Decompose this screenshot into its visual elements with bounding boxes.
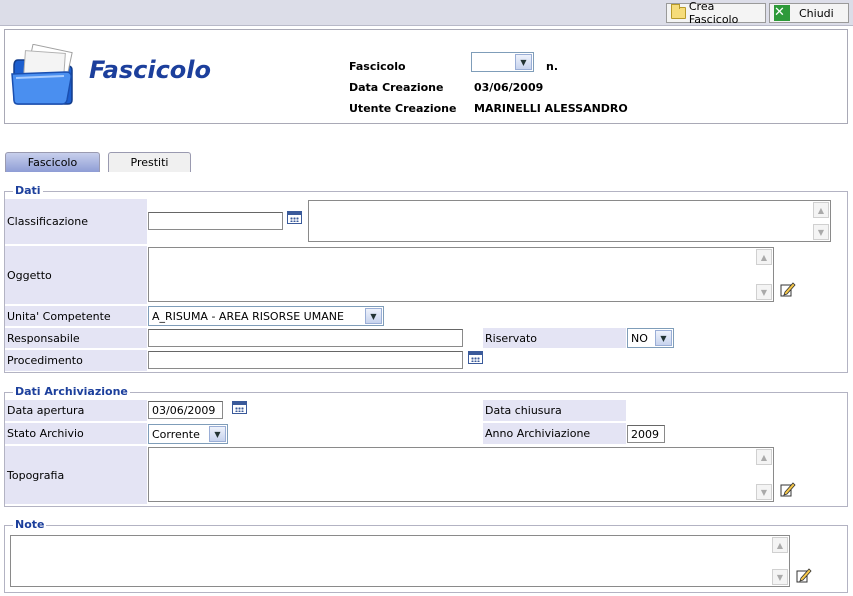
n-label: n. <box>546 60 559 73</box>
note-textarea[interactable]: ▲ ▼ <box>10 535 790 587</box>
crea-fascicolo-button[interactable]: Crea Fascicolo <box>666 0 766 26</box>
classificazione-description: ▲ ▼ <box>308 200 831 242</box>
stato-archivio-label: Stato Archivio <box>5 423 147 444</box>
tab-fascicolo[interactable]: Fascicolo <box>5 152 100 172</box>
header-panel: Fascicolo Fascicolo ▼ n. Data Creazione … <box>4 29 848 124</box>
unita-competente-value: A_RISUMA - AREA RISORSE UMANE <box>152 309 344 323</box>
dropdown-arrow-icon: ▼ <box>515 54 532 70</box>
procedimento-input[interactable] <box>148 351 463 369</box>
utente-creazione-value: MARINELLI ALESSANDRO <box>474 102 628 115</box>
calendar-icon[interactable] <box>232 401 247 414</box>
responsabile-input[interactable] <box>148 329 463 347</box>
anno-archiviazione-input[interactable]: 2009 <box>627 425 665 443</box>
scroll-down-icon[interactable]: ▼ <box>756 484 772 500</box>
stato-archivio-value: Corrente <box>152 427 200 441</box>
scroll-up-icon[interactable]: ▲ <box>756 249 772 265</box>
data-chiusura-label: Data chiusura <box>483 400 626 421</box>
riservato-select[interactable]: NO ▼ <box>627 328 674 348</box>
classificazione-label: Classificazione <box>5 199 147 244</box>
edit-pencil-icon[interactable] <box>796 567 812 583</box>
dropdown-arrow-icon: ▼ <box>655 330 672 346</box>
fascicolo-select[interactable]: ▼ <box>471 52 534 72</box>
procedimento-picker-icon[interactable] <box>468 351 483 364</box>
scroll-up-icon[interactable]: ▲ <box>756 449 772 465</box>
riservato-label: Riservato <box>483 328 626 348</box>
procedimento-label: Procedimento <box>5 350 147 371</box>
riservato-value: NO <box>631 331 648 345</box>
note-legend: Note <box>13 518 47 531</box>
chiudi-label: Chiudi <box>799 6 834 20</box>
folder-icon <box>671 4 686 19</box>
responsabile-label: Responsabile <box>5 328 147 348</box>
data-apertura-input[interactable]: 03/06/2009 <box>148 401 223 419</box>
scroll-down-icon[interactable]: ▼ <box>772 569 788 585</box>
top-toolbar: Crea Fascicolo ✕ Chiudi <box>0 0 853 26</box>
topografia-label: Topografia <box>5 446 147 504</box>
page-title: Fascicolo <box>89 56 212 84</box>
scroll-up-icon[interactable]: ▲ <box>813 202 829 218</box>
dropdown-arrow-icon: ▼ <box>209 426 226 442</box>
scroll-up-icon[interactable]: ▲ <box>772 537 788 553</box>
fascicolo-label: Fascicolo <box>349 60 406 73</box>
chiudi-button[interactable]: ✕ Chiudi <box>769 3 849 23</box>
archiviazione-legend: Dati Archiviazione <box>13 385 130 398</box>
stato-archivio-select[interactable]: Corrente ▼ <box>148 424 228 444</box>
unita-competente-select[interactable]: A_RISUMA - AREA RISORSE UMANE ▼ <box>148 306 384 326</box>
scroll-down-icon[interactable]: ▼ <box>813 224 829 240</box>
tab-prestiti[interactable]: Prestiti <box>108 152 191 172</box>
classificazione-picker-icon[interactable] <box>287 211 302 224</box>
topografia-textarea[interactable]: ▲ ▼ <box>148 447 774 502</box>
oggetto-textarea[interactable]: ▲ ▼ <box>148 247 774 302</box>
data-apertura-label: Data apertura <box>5 400 147 421</box>
folder-logo <box>11 44 73 105</box>
close-x-icon: ✕ <box>774 5 790 21</box>
edit-pencil-icon[interactable] <box>780 481 796 497</box>
scroll-down-icon[interactable]: ▼ <box>756 284 772 300</box>
unita-competente-label: Unita' Competente <box>5 306 147 326</box>
oggetto-label: Oggetto <box>5 246 147 304</box>
data-creazione-value: 03/06/2009 <box>474 81 544 94</box>
dropdown-arrow-icon: ▼ <box>365 308 382 324</box>
edit-pencil-icon[interactable] <box>780 281 796 297</box>
anno-archiviazione-label: Anno Archiviazione <box>483 423 626 444</box>
data-creazione-label: Data Creazione <box>349 81 444 94</box>
classificazione-input[interactable] <box>148 212 283 230</box>
crea-fascicolo-label: Crea Fascicolo <box>688 0 739 26</box>
utente-creazione-label: Utente Creazione <box>349 102 457 115</box>
data-chiusura-value <box>630 400 690 421</box>
dati-legend: Dati <box>13 184 43 197</box>
